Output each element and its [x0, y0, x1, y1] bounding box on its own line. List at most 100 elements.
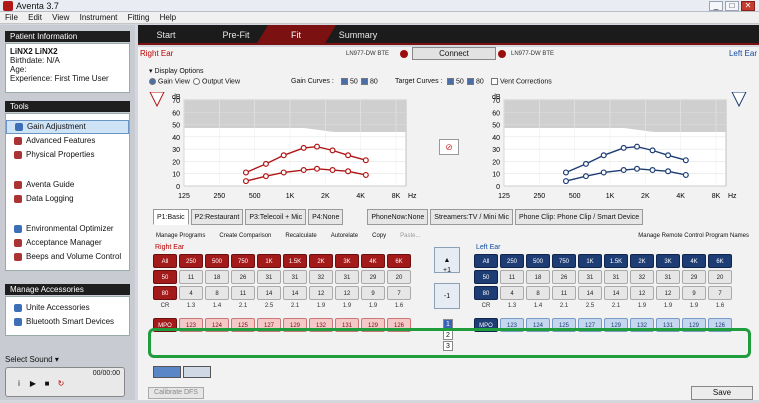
tool-gain-adjustment[interactable]: Gain Adjustment — [6, 120, 129, 134]
left-gain-80-cell[interactable]: 14 — [578, 286, 602, 300]
accessory-unite[interactable]: Unite Accessories — [6, 301, 129, 315]
right-header-cell[interactable]: 500 — [205, 254, 229, 268]
right-gain-50-cell[interactable]: 50 — [153, 270, 177, 284]
program-tab-p4[interactable]: P4:None — [308, 209, 344, 225]
gain-50-checkbox[interactable]: 50 — [339, 78, 358, 85]
left-gain-80-cell[interactable]: 12 — [630, 286, 654, 300]
menu-instrument[interactable]: Instrument — [80, 13, 118, 22]
gain-80-checkbox[interactable]: 80 — [359, 78, 378, 85]
menu-file[interactable]: File — [5, 13, 18, 22]
right-gain-50-cell[interactable]: 11 — [179, 270, 203, 284]
left-gain-50-cell[interactable]: 11 — [500, 270, 524, 284]
right-gain-80-cell[interactable]: 7 — [387, 286, 411, 300]
select-sound-dropdown[interactable]: Select Sound ▾ — [5, 355, 130, 364]
left-gain-80-cell[interactable]: 14 — [604, 286, 628, 300]
connect-button[interactable]: Connect — [412, 47, 496, 60]
grid-view-button[interactable] — [183, 366, 211, 378]
left-header-cell[interactable]: 500 — [526, 254, 550, 268]
left-header-cell[interactable]: 3K — [656, 254, 680, 268]
increase-gain-button[interactable]: ▲ +1 — [434, 247, 460, 274]
right-ear-label[interactable]: Right Ear — [140, 49, 173, 58]
right-gain-50-cell[interactable]: 31 — [335, 270, 359, 284]
left-gain-50-cell[interactable]: 20 — [708, 270, 732, 284]
program-tab-streamers[interactable]: Streamers:TV / Mini Mic — [430, 209, 513, 225]
vent-checkbox[interactable]: Vent Corrections — [489, 78, 552, 85]
right-header-cell[interactable]: 2K — [309, 254, 333, 268]
info-icon[interactable]: i — [14, 379, 24, 389]
repeat-icon[interactable]: ↻ — [56, 379, 66, 389]
minimize-button[interactable]: _ — [709, 1, 723, 11]
left-header-cell[interactable]: 750 — [552, 254, 576, 268]
left-gain-80-cell[interactable]: 11 — [552, 286, 576, 300]
gain-view-radio[interactable]: Gain View — [149, 78, 190, 85]
manage-remote-link[interactable]: Manage Remote Control Program Names — [638, 233, 749, 239]
right-header-cell[interactable]: 750 — [231, 254, 255, 268]
right-gain-50-cell[interactable]: 20 — [387, 270, 411, 284]
right-gain-50-cell[interactable]: 31 — [257, 270, 281, 284]
right-gain-80-cell[interactable]: 11 — [231, 286, 255, 300]
right-header-cell[interactable]: 3K — [335, 254, 359, 268]
menu-edit[interactable]: Edit — [28, 13, 42, 22]
paste-link[interactable]: Paste... — [400, 233, 420, 239]
right-gain-80-cell[interactable]: 14 — [257, 286, 281, 300]
calibrate-dfs-button[interactable]: Calibrate DFS — [148, 387, 204, 399]
left-gain-80-cell[interactable]: 9 — [682, 286, 706, 300]
accessories-heading[interactable]: Manage Accessories — [5, 284, 130, 295]
left-gain-50-cell[interactable]: 26 — [552, 270, 576, 284]
left-header-cell[interactable]: 2K — [630, 254, 654, 268]
left-gain-80-cell[interactable]: 80 — [474, 286, 498, 300]
recalculate-link[interactable]: Recalculate — [285, 233, 316, 239]
right-gain-80-cell[interactable]: 4 — [179, 286, 203, 300]
left-header-cell[interactable]: 250 — [500, 254, 524, 268]
right-header-cell[interactable]: 250 — [179, 254, 203, 268]
save-button[interactable]: Save — [691, 386, 753, 400]
tab-start[interactable]: Start — [138, 25, 194, 45]
target-80-checkbox[interactable]: 80 — [465, 78, 484, 85]
right-gain-80-cell[interactable]: 12 — [335, 286, 359, 300]
right-gain-50-cell[interactable]: 31 — [283, 270, 307, 284]
left-gain-50-cell[interactable]: 31 — [578, 270, 602, 284]
left-gain-50-cell[interactable]: 50 — [474, 270, 498, 284]
tool-aventa-guide[interactable]: Aventa Guide — [6, 178, 129, 192]
link-ears-icon[interactable]: ⊘ — [439, 139, 459, 155]
left-header-cell[interactable]: 1.5K — [604, 254, 628, 268]
right-header-cell[interactable]: 4K — [361, 254, 385, 268]
display-options-heading[interactable]: ▾ Display Options — [149, 67, 749, 75]
create-comparison-link[interactable]: Create Comparison — [219, 233, 271, 239]
right-header-cell[interactable]: All — [153, 254, 177, 268]
right-gain-80-cell[interactable]: 8 — [205, 286, 229, 300]
left-header-cell[interactable]: 4K — [682, 254, 706, 268]
right-header-cell[interactable]: 1.5K — [283, 254, 307, 268]
right-header-cell[interactable]: 6K — [387, 254, 411, 268]
right-gain-80-cell[interactable]: 14 — [283, 286, 307, 300]
left-gain-80-cell[interactable]: 7 — [708, 286, 732, 300]
right-gain-80-cell[interactable]: 80 — [153, 286, 177, 300]
program-tab-p1[interactable]: P1:Basic — [153, 209, 189, 225]
play-icon[interactable]: ▶ — [28, 379, 38, 389]
maximize-button[interactable]: □ — [725, 1, 739, 11]
menu-help[interactable]: Help — [160, 13, 176, 22]
left-gain-80-cell[interactable]: 4 — [500, 286, 524, 300]
right-gain-50-cell[interactable]: 32 — [309, 270, 333, 284]
left-gain-80-cell[interactable]: 12 — [656, 286, 680, 300]
left-gain-50-cell[interactable]: 31 — [604, 270, 628, 284]
program-tab-phoneclip[interactable]: Phone Clip: Phone Clip / Smart Device — [514, 209, 644, 225]
left-gain-50-cell[interactable]: 29 — [682, 270, 706, 284]
right-header-cell[interactable]: 1K — [257, 254, 281, 268]
tool-environmental-optimizer[interactable]: Environmental Optimizer — [6, 222, 129, 236]
left-header-cell[interactable]: 1K — [578, 254, 602, 268]
tool-data-logging[interactable]: Data Logging — [6, 192, 129, 206]
right-gain-80-cell[interactable]: 12 — [309, 286, 333, 300]
autorelate-link[interactable]: Autorelate — [331, 233, 358, 239]
program-tab-p3[interactable]: P3:Telecoil + Mic — [245, 209, 307, 225]
program-tab-p2[interactable]: P2:Restaurant — [190, 209, 244, 225]
tool-beeps-volume[interactable]: Beeps and Volume Control — [6, 250, 129, 264]
right-gain-50-cell[interactable]: 29 — [361, 270, 385, 284]
program-tab-phonenow[interactable]: PhoneNow:None — [367, 209, 429, 225]
left-header-cell[interactable]: 6K — [708, 254, 732, 268]
accessory-bluetooth[interactable]: Bluetooth Smart Devices — [6, 315, 129, 329]
right-gain-50-cell[interactable]: 18 — [205, 270, 229, 284]
left-gain-50-cell[interactable]: 31 — [656, 270, 680, 284]
left-gain-50-cell[interactable]: 18 — [526, 270, 550, 284]
right-gain-50-cell[interactable]: 26 — [231, 270, 255, 284]
